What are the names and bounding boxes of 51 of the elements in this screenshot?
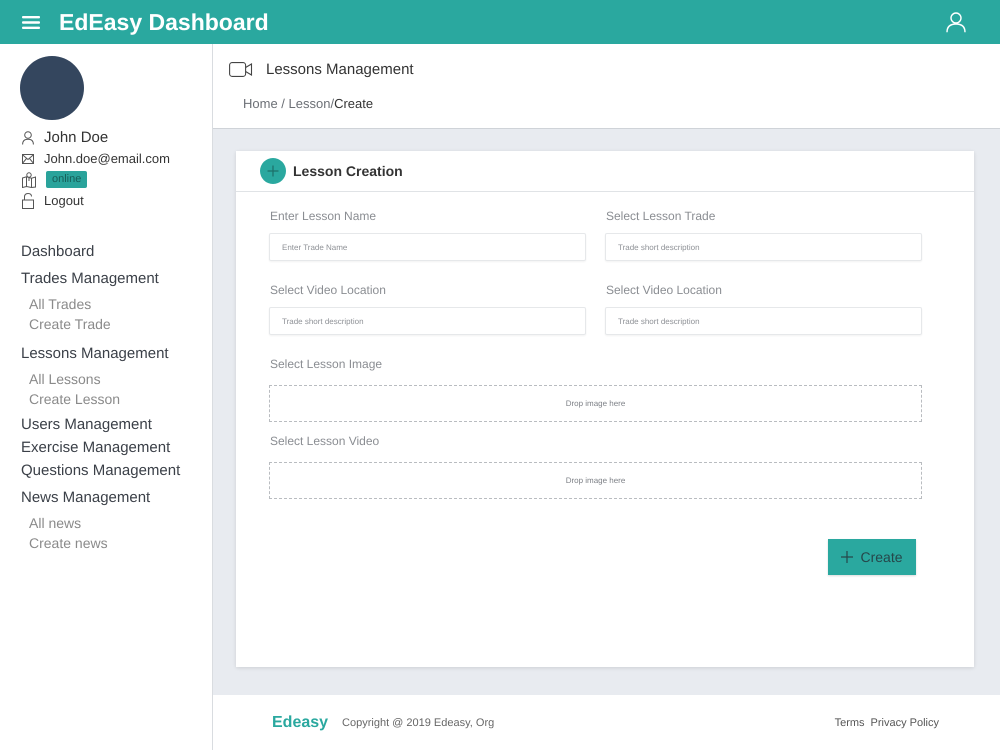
nav-subitem[interactable]: Create Lesson [20, 389, 212, 409]
nav-item[interactable]: Questions Management [20, 459, 212, 482]
nav-subitem[interactable]: All Trades [20, 294, 212, 314]
footer-link[interactable]: Terms [834, 716, 865, 728]
create-button[interactable]: Create [828, 539, 916, 575]
page-title: Lessons Management [266, 60, 414, 78]
nav-item[interactable]: News Management [20, 486, 212, 509]
nav-item[interactable]: Exercise Management [20, 436, 212, 459]
field-label: Select Video Location [605, 283, 723, 297]
input-field[interactable]: Trade short description [269, 307, 586, 335]
video-camera-icon [229, 62, 253, 76]
drop-zone[interactable]: Drop image here [269, 462, 922, 499]
breadcrumb-link[interactable]: Lesson [288, 95, 330, 113]
input-field[interactable]: Trade short description [605, 307, 922, 335]
user-email: John.doe@email.com [44, 151, 170, 166]
breadcrumb-separator: / [330, 95, 334, 113]
nav-subitem[interactable]: Create Trade [20, 314, 212, 334]
input-field[interactable]: Enter Trade Name [269, 233, 586, 261]
map-pin-icon [22, 172, 36, 188]
user-name: John Doe [44, 129, 108, 146]
envelope-icon [22, 154, 34, 164]
padlock-icon [22, 192, 34, 208]
breadcrumb-link[interactable]: Home [243, 95, 278, 113]
card-title: Lesson Creation [293, 163, 403, 179]
nav-subitem[interactable]: Create news [20, 533, 212, 553]
footer-link[interactable]: Privacy Policy [870, 716, 939, 728]
breadcrumb-current: Create [334, 95, 374, 113]
plus-circle-icon [260, 158, 286, 184]
field-label: Select Lesson Video [269, 434, 380, 448]
person-icon [22, 130, 34, 144]
plus-icon [841, 551, 854, 563]
breadcrumb-separator: / [280, 95, 286, 113]
nav-item[interactable]: Lessons Management [20, 342, 212, 365]
field-label: Enter Lesson Name [269, 209, 378, 223]
user-icon[interactable] [946, 12, 966, 32]
field-label: Select Lesson Trade [605, 209, 716, 223]
status-badge: online [46, 171, 88, 188]
copyright-text: Copyright @ 2019 Edeasy, Org [342, 716, 496, 728]
logout-link[interactable]: Logout [44, 193, 84, 208]
drop-zone[interactable]: Drop image here [269, 385, 922, 422]
field-label: Select Video Location [269, 283, 387, 297]
nav-item[interactable]: Dashboard [20, 240, 212, 263]
footer-brand: Edeasy [272, 714, 328, 732]
menu-icon[interactable] [22, 16, 40, 28]
nav-subitem[interactable]: All Lessons [20, 369, 212, 389]
nav-item[interactable]: Users Management [20, 413, 212, 436]
app-title: EdEasy Dashboard [59, 8, 270, 36]
field-label: Select Lesson Image [269, 357, 384, 371]
input-field[interactable]: Trade short description [605, 233, 922, 261]
nav-subitem[interactable]: All news [20, 513, 212, 533]
nav-item[interactable]: Trades Management [20, 267, 212, 290]
